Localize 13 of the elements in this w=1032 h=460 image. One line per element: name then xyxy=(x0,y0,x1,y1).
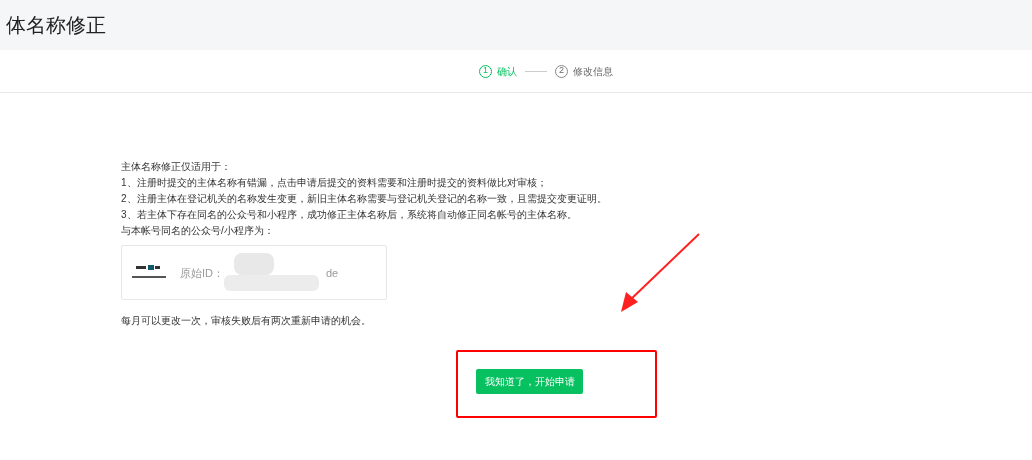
logo-icon xyxy=(132,264,166,281)
footnote: 每月可以更改一次，审核失败后有两次重新申请的机会。 xyxy=(121,314,372,328)
notice-item: 1、注册时提交的主体名称有错漏，点击申请后提交的资料需要和注册时提交的资料做比对审核； xyxy=(121,176,548,190)
original-id-label: 原始ID： xyxy=(180,265,224,281)
step-item: 2 修改信息 xyxy=(555,63,613,79)
same-name-label: 与本帐号同名的公众号/小程序为： xyxy=(121,224,275,238)
step-item: 1 确认 xyxy=(479,63,517,79)
notice-item: 3、若主体下存在同名的公众号和小程序，成功修正主体名称后，系统将自动修正同名帐号的主体名称。 xyxy=(121,208,578,222)
start-application-button[interactable]: 我知道了，开始申请 xyxy=(476,369,583,394)
notice-intro: 主体名称修正仅适用于： xyxy=(121,160,232,174)
page-title: 体名称修正 xyxy=(6,13,106,38)
original-id-end: de xyxy=(326,265,339,281)
notice-item: 2、注册主体在登记机关的名称发生变更，新旧主体名称需要与登记机关登记的名称一致，且需提交变更证明。 xyxy=(121,192,608,206)
